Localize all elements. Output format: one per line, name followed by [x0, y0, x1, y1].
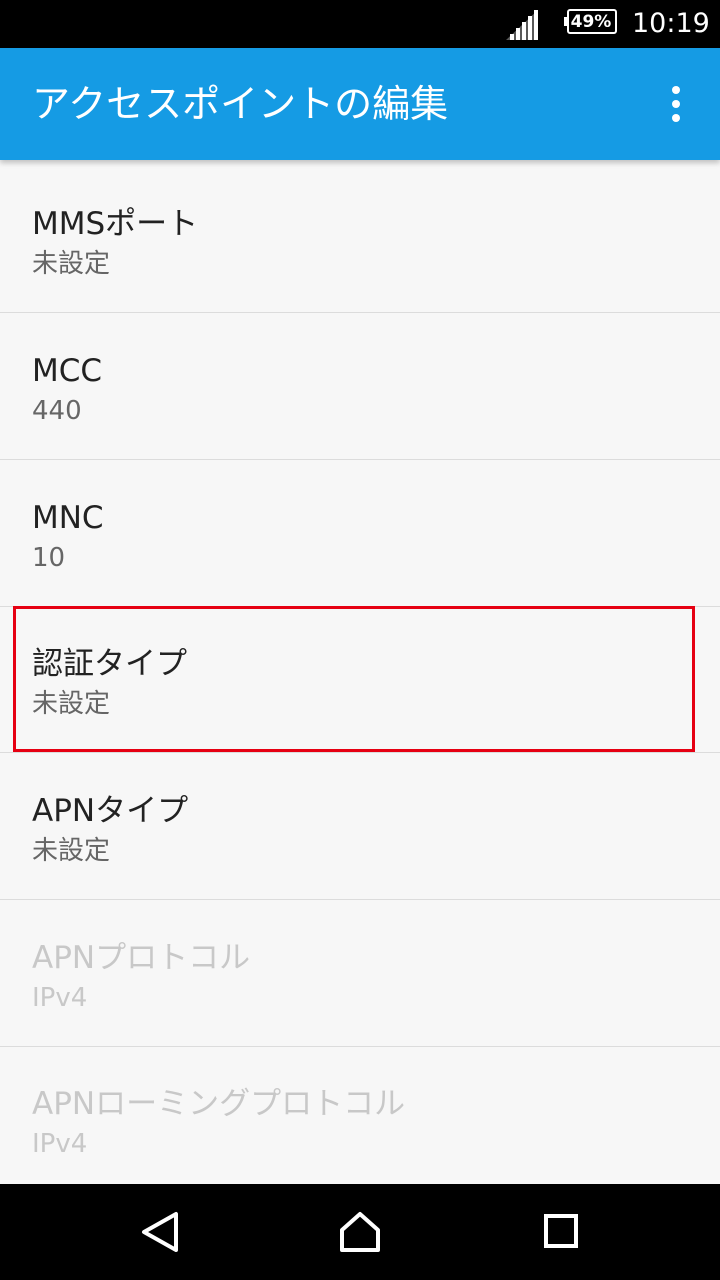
- setting-title: APNプロトコル: [32, 940, 251, 976]
- recents-square-icon[interactable]: [530, 1202, 590, 1262]
- home-icon[interactable]: [330, 1202, 390, 1262]
- settings-list: MMSポート 未設定 MCC 440 MNC 10 認証タイプ 未設定 APNタ…: [0, 160, 720, 1184]
- setting-apn-roaming-protocol: APNローミングプロトコル IPv4: [0, 1046, 720, 1184]
- page-title: アクセスポイントの編集: [32, 82, 449, 126]
- setting-summary: 未設定: [32, 689, 111, 719]
- setting-auth-type[interactable]: 認証タイプ 未設定: [0, 606, 720, 753]
- setting-summary: 未設定: [32, 249, 111, 279]
- setting-title: MMSポート: [32, 206, 199, 242]
- setting-title: 認証タイプ: [32, 646, 187, 682]
- setting-summary: 440: [32, 396, 82, 426]
- setting-mnc[interactable]: MNC 10: [0, 460, 720, 607]
- setting-title: MCC: [32, 353, 103, 389]
- setting-summary: IPv4: [32, 1129, 88, 1159]
- navigation-bar: [0, 1184, 720, 1280]
- battery-percent: 49%: [570, 12, 612, 32]
- setting-summary: 未設定: [32, 836, 111, 866]
- more-vert-icon-dot: [672, 100, 680, 108]
- setting-apn-type[interactable]: APNタイプ 未設定: [0, 753, 720, 900]
- setting-title: MNC: [32, 500, 104, 536]
- back-triangle-icon[interactable]: [130, 1202, 190, 1262]
- app-bar: アクセスポイントの編集: [0, 48, 720, 160]
- setting-title: APNローミングプロトコル: [32, 1086, 406, 1122]
- more-vert-icon: [672, 86, 680, 94]
- setting-title: APNタイプ: [32, 793, 189, 829]
- setting-mms-port[interactable]: MMSポート 未設定: [0, 166, 720, 313]
- overflow-menu-button[interactable]: [650, 78, 702, 130]
- setting-summary: IPv4: [32, 983, 88, 1013]
- status-bar: 49% 10:19: [0, 0, 720, 48]
- more-vert-icon-dot: [672, 114, 680, 122]
- setting-mcc[interactable]: MCC 440: [0, 313, 720, 460]
- setting-summary: 10: [32, 543, 66, 573]
- status-clock: 10:19: [632, 8, 710, 39]
- setting-apn-protocol: APNプロトコル IPv4: [0, 900, 720, 1047]
- signal-strength-icon: [506, 10, 538, 40]
